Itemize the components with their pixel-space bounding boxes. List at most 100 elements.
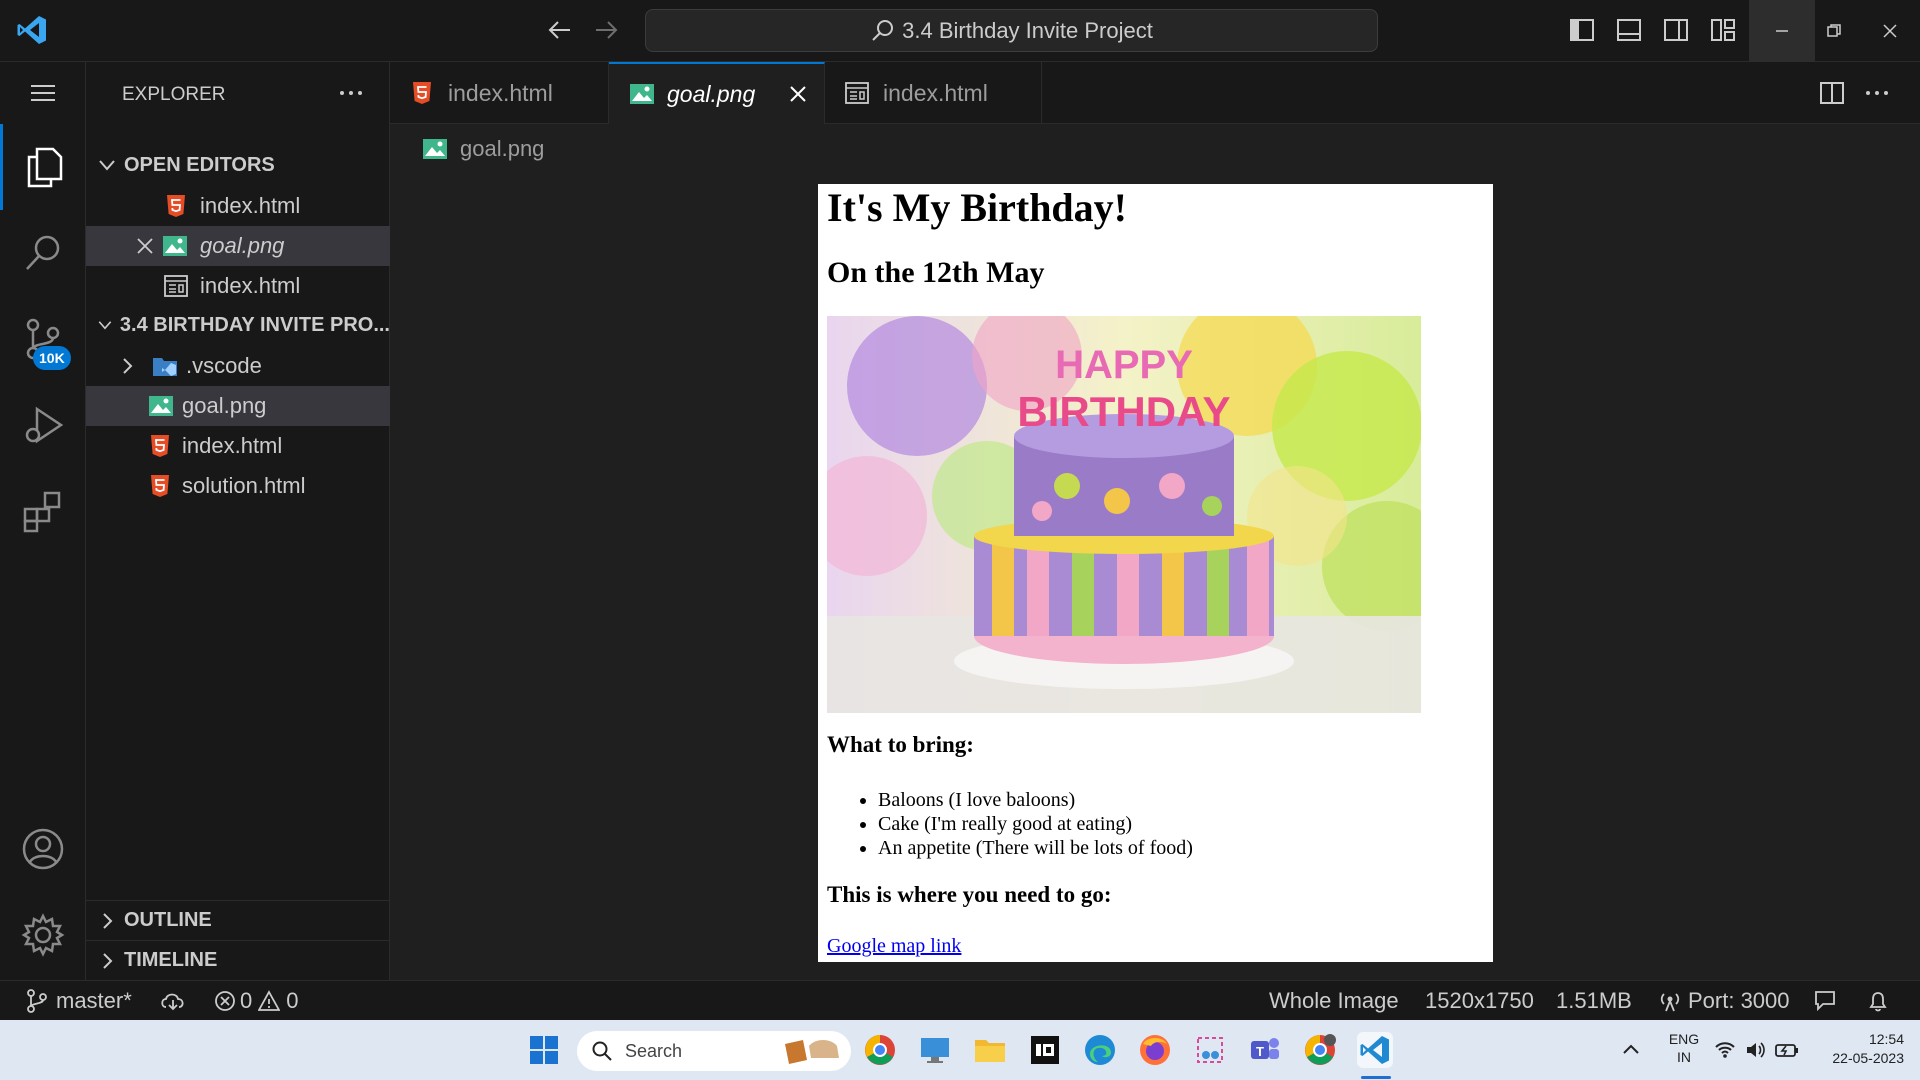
taskbar-search[interactable]: Search: [577, 1031, 851, 1071]
outline-section-header[interactable]: OUTLINE: [86, 900, 390, 940]
file-tree-item[interactable]: index.html: [86, 426, 390, 466]
broadcast-icon: [1660, 993, 1680, 1012]
open-editors-header[interactable]: OPEN EDITORS: [86, 145, 390, 185]
tab-index-html[interactable]: index.html: [390, 62, 609, 124]
back-arrow-icon[interactable]: [546, 16, 574, 44]
file-tree-item[interactable]: solution.html: [86, 466, 390, 506]
taskbar-search-label: Search: [625, 1040, 683, 1061]
wifi-icon: [1715, 1042, 1735, 1058]
error-count: 0: [240, 988, 253, 1013]
open-editor-item[interactable]: index.html: [86, 266, 390, 306]
vscode-folder-icon: [153, 358, 177, 376]
chrome-profile-icon[interactable]: [1302, 1032, 1338, 1068]
scm-badge: 10K: [33, 346, 71, 370]
open-editors-label: OPEN EDITORS: [124, 153, 275, 176]
cake-topper-happy: HAPPY: [1055, 343, 1193, 387]
search-icon: [592, 1041, 612, 1061]
html5-icon: [151, 435, 169, 457]
customize-layout-icon[interactable]: [1709, 16, 1737, 44]
file-tree-item-selected[interactable]: goal.png: [86, 386, 390, 426]
accounts-icon[interactable]: [0, 806, 86, 892]
notifications-bell-icon[interactable]: [1866, 981, 1890, 1021]
timeline-section-header[interactable]: TIMELINE: [86, 940, 390, 980]
open-editor-item[interactable]: index.html: [86, 186, 390, 226]
explorer-title: EXPLORER: [122, 84, 226, 105]
clock[interactable]: 12:54 22-05-2023: [1808, 1030, 1904, 1068]
open-editor-label: goal.png: [200, 233, 285, 258]
terminal-app-icon[interactable]: [1027, 1032, 1063, 1068]
explorer-icon[interactable]: [0, 124, 86, 210]
outline-label: OUTLINE: [124, 909, 212, 931]
chevron-right-icon: [103, 952, 113, 969]
vscode-logo-icon[interactable]: [16, 14, 48, 46]
image-filesize: 1.51MB: [1556, 988, 1632, 1013]
zoom-level[interactable]: Whole Image: [1269, 981, 1399, 1021]
run-debug-icon[interactable]: [0, 382, 86, 468]
more-actions-icon[interactable]: [336, 78, 366, 108]
birthday-cake-image: HAPPY BIRTHDAY: [827, 316, 1421, 713]
close-window-button[interactable]: [1857, 0, 1920, 62]
file-tree-folder[interactable]: .vscode: [86, 346, 390, 386]
toggle-panel-icon[interactable]: [1615, 16, 1643, 44]
feedback-icon[interactable]: [1813, 981, 1837, 1021]
menu-icon[interactable]: [0, 62, 86, 124]
file-tree-label: solution.html: [182, 473, 306, 498]
clock-time: 12:54: [1868, 1031, 1904, 1047]
tab-goal-png[interactable]: goal.png: [609, 62, 825, 124]
windows-start-icon[interactable]: [526, 1032, 562, 1068]
open-editor-item-active[interactable]: goal.png: [86, 226, 390, 266]
warning-icon: [258, 990, 281, 1011]
tab-index-html-preview[interactable]: index.html: [825, 62, 1042, 124]
title-bar: 3.4 Birthday Invite Project: [0, 0, 1920, 62]
forward-arrow-icon[interactable]: [592, 16, 620, 44]
tab-label: goal.png: [667, 80, 756, 107]
html5-icon: [413, 82, 431, 104]
sync-icon[interactable]: [160, 981, 186, 1021]
image-icon: [149, 396, 173, 416]
where-heading: This is where you need to go:: [827, 882, 1112, 907]
firefox-icon[interactable]: [1137, 1032, 1173, 1068]
chrome-icon[interactable]: [862, 1032, 898, 1068]
edge-icon[interactable]: [1082, 1032, 1118, 1068]
search-highlight-icon: [785, 1040, 839, 1064]
bring-list: Baloons (I love baloons) Cake (I'm reall…: [878, 788, 1193, 860]
active-app-indicator: [1361, 1076, 1391, 1079]
desktop-icon[interactable]: [917, 1032, 953, 1068]
live-server-port[interactable]: Port: 3000: [1658, 981, 1790, 1021]
port-label: Port: 3000: [1688, 988, 1790, 1013]
open-editor-label: index.html: [200, 273, 301, 298]
toggle-sidebar-icon[interactable]: [1568, 16, 1596, 44]
system-tray[interactable]: [1714, 1039, 1800, 1061]
project-folder-label: 3.4 BIRTHDAY INVITE PRO...: [119, 313, 390, 336]
snipping-tool-icon[interactable]: [1192, 1032, 1228, 1068]
show-hidden-icons-icon[interactable]: [1620, 1038, 1642, 1060]
list-item: An appetite (There will be lots of food): [878, 836, 1193, 860]
source-control-icon[interactable]: 10K: [0, 296, 86, 382]
toggle-secondary-sidebar-icon[interactable]: [1662, 16, 1690, 44]
file-tree-label: goal.png: [182, 393, 267, 418]
settings-gear-icon[interactable]: [0, 892, 86, 978]
language-indicator[interactable]: ENG IN: [1664, 1030, 1704, 1066]
svg-text:T: T: [1256, 1044, 1264, 1059]
chevron-down-icon: [98, 321, 112, 330]
file-explorer-icon[interactable]: [972, 1032, 1008, 1068]
branch-indicator[interactable]: master*: [26, 981, 132, 1021]
invite-heading: It's My Birthday!: [827, 185, 1127, 230]
project-folder-header[interactable]: 3.4 BIRTHDAY INVITE PRO...: [86, 305, 390, 345]
split-editor-icon[interactable]: [1818, 79, 1846, 107]
more-actions-icon[interactable]: [1862, 79, 1892, 107]
search-icon[interactable]: [0, 210, 86, 296]
close-icon[interactable]: [789, 85, 807, 103]
teams-icon[interactable]: T: [1247, 1032, 1283, 1068]
image-icon: [630, 84, 654, 104]
extensions-icon[interactable]: [0, 468, 86, 554]
breadcrumb-label: goal.png: [460, 136, 545, 161]
file-tree-label: index.html: [182, 433, 283, 458]
command-center[interactable]: 3.4 Birthday Invite Project: [645, 9, 1378, 52]
close-icon[interactable]: [136, 237, 154, 255]
open-editor-label: index.html: [200, 193, 301, 218]
problems-indicator[interactable]: 0 0: [214, 981, 299, 1021]
image-preview: It's My Birthday! On the 12th May HAPPY …: [818, 184, 1493, 962]
breadcrumb[interactable]: goal.png: [422, 136, 544, 162]
vscode-taskbar-icon[interactable]: [1357, 1032, 1393, 1068]
